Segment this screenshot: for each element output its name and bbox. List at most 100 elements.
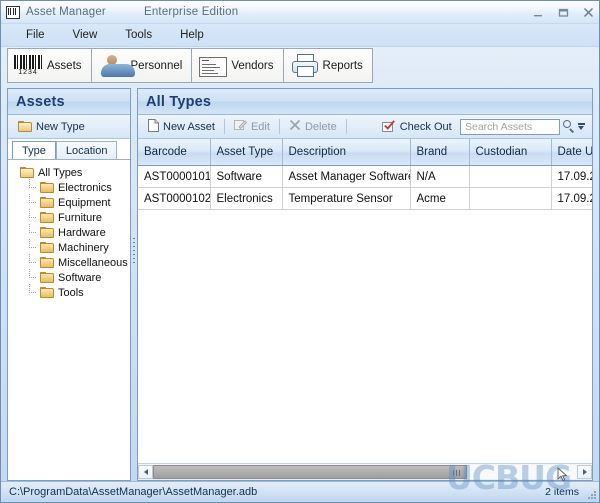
- tree-node-furniture[interactable]: Furniture: [8, 209, 130, 225]
- window-title: Asset Manager: [26, 6, 106, 18]
- search-input[interactable]: Search Assets: [460, 118, 560, 135]
- folder-icon: [40, 182, 54, 193]
- edit-label: Edit: [250, 120, 270, 133]
- menu-item-help[interactable]: Help: [177, 27, 207, 43]
- folder-icon: [40, 257, 54, 268]
- tree-elbow: [24, 284, 36, 300]
- toolbar-label-vendors: Vendors: [231, 59, 274, 72]
- new-asset-label: New Asset: [163, 120, 215, 133]
- cell-asset-type: Software: [210, 165, 283, 188]
- table-header-row: Barcode Asset Type Description Brand Cus…: [138, 139, 592, 166]
- tab-location-label: Location: [65, 144, 108, 157]
- scrollbar-thumb[interactable]: [153, 465, 467, 479]
- tree-node-hardware[interactable]: Hardware: [8, 224, 130, 240]
- cell-date-updated: 17.09.20: [551, 165, 592, 188]
- content-area: Assets New Type Type Location All Types …: [1, 88, 599, 481]
- left-panel-title: Assets: [16, 93, 65, 110]
- column-header-brand[interactable]: Brand: [410, 139, 470, 166]
- open-folder-icon: [20, 167, 34, 178]
- title-bar: Asset Manager Enterprise Edition: [1, 1, 599, 24]
- toolbar-label-personnel: Personnel: [130, 59, 183, 72]
- status-database-path: C:\ProgramData\AssetManager\AssetManager…: [9, 486, 258, 498]
- grid-horizontal-scrollbar[interactable]: [138, 463, 592, 480]
- folder-icon: [40, 212, 54, 223]
- edit-button[interactable]: Edit: [228, 118, 276, 135]
- scrollbar-track[interactable]: [153, 465, 577, 479]
- tree-node-label: Machinery: [58, 241, 109, 254]
- delete-button[interactable]: Delete: [283, 118, 343, 135]
- app-barcode-icon: [6, 5, 20, 19]
- left-panel-toolbar: New Type: [8, 115, 130, 139]
- tree-node-label: Hardware: [58, 226, 106, 239]
- tree-node-label: Electronics: [58, 181, 112, 194]
- type-tree[interactable]: All Types Electronics Equipment Furnitur…: [8, 159, 130, 480]
- tree-node-all-types[interactable]: All Types: [8, 165, 130, 180]
- tree-node-tools[interactable]: Tools: [8, 284, 130, 300]
- new-asset-button[interactable]: New Asset: [142, 118, 221, 136]
- folder-icon: [18, 121, 32, 132]
- column-header-asset-type[interactable]: Asset Type: [210, 139, 283, 166]
- folder-icon: [40, 197, 54, 208]
- toolbar-button-assets[interactable]: 1234 Assets: [7, 48, 91, 83]
- toolbar-separator: [278, 119, 280, 134]
- column-header-barcode[interactable]: Barcode: [138, 139, 211, 166]
- tree-node-label: Software: [58, 271, 102, 284]
- resize-grip-icon[interactable]: [586, 489, 596, 499]
- table-row[interactable]: AST0000102 Electronics Temperature Senso…: [138, 187, 592, 210]
- right-panel-title: All Types: [146, 93, 212, 110]
- status-bar: C:\ProgramData\AssetManager\AssetManager…: [1, 481, 599, 502]
- toolbar-button-reports[interactable]: Reports: [282, 48, 373, 83]
- folder-icon: [40, 227, 54, 238]
- menu-item-tools[interactable]: Tools: [122, 27, 155, 43]
- tree-node-equipment[interactable]: Equipment: [8, 194, 130, 210]
- tab-location[interactable]: Location: [55, 141, 118, 159]
- new-type-button[interactable]: New Type: [12, 120, 91, 134]
- business-card-icon: [198, 53, 228, 79]
- tab-type[interactable]: Type: [12, 141, 56, 159]
- tab-type-label: Type: [22, 144, 46, 157]
- close-button[interactable]: [582, 6, 595, 19]
- column-header-date-updated[interactable]: Date Up: [551, 139, 592, 166]
- search-options-dropdown-icon[interactable]: [577, 120, 586, 133]
- right-panel-header: All Types: [138, 89, 592, 115]
- toolbar-separator: [223, 119, 225, 134]
- column-header-description[interactable]: Description: [282, 139, 411, 166]
- scroll-left-arrow-icon[interactable]: [138, 465, 153, 479]
- cell-description: Asset Manager Software: [282, 165, 411, 188]
- tree-node-miscellaneous[interactable]: Miscellaneous: [8, 254, 130, 270]
- tree-node-label: Equipment: [58, 196, 111, 209]
- menu-item-view[interactable]: View: [70, 27, 101, 43]
- cell-custodian: [469, 165, 552, 188]
- tree-elbow: [24, 239, 36, 255]
- tree-elbow: [24, 254, 36, 270]
- right-panel-toolbar: New Asset Edit Delete Check Out Search A…: [138, 115, 592, 139]
- grid-scroll-area: Barcode Asset Type Description Brand Cus…: [138, 139, 592, 463]
- barcode-icon: 1234: [14, 53, 42, 79]
- window-subtitle: Enterprise Edition: [143, 6, 239, 18]
- delete-x-icon: [289, 119, 301, 134]
- tree-node-electronics[interactable]: Electronics: [8, 179, 130, 195]
- scroll-right-arrow-icon[interactable]: [577, 465, 592, 479]
- left-panel-header: Assets: [8, 89, 130, 115]
- column-header-custodian[interactable]: Custodian: [469, 139, 552, 166]
- tree-node-software[interactable]: Software: [8, 269, 130, 285]
- main-toolbar: 1234 Assets Personnel Vendors Reports: [1, 47, 599, 88]
- toolbar-button-vendors[interactable]: Vendors: [191, 48, 283, 83]
- assets-list-panel: All Types New Asset Edit Delete Check Ou…: [137, 88, 593, 481]
- menu-item-file[interactable]: File: [23, 27, 48, 43]
- maximize-button[interactable]: [557, 6, 570, 19]
- tree-tabs: Type Location: [8, 139, 130, 159]
- tree-node-label: Miscellaneous: [58, 256, 128, 269]
- panel-splitter[interactable]: [131, 88, 137, 481]
- tree-elbow: [24, 269, 36, 285]
- check-out-label: Check Out: [399, 120, 452, 133]
- table-row[interactable]: AST0000101 Software Asset Manager Softwa…: [138, 165, 592, 188]
- toolbar-button-personnel[interactable]: Personnel: [90, 48, 192, 83]
- toolbar-label-assets: Assets: [47, 59, 82, 72]
- search-icon[interactable]: [562, 120, 575, 133]
- cell-barcode: AST0000101: [138, 165, 211, 188]
- minimize-button[interactable]: [532, 6, 545, 19]
- check-out-button[interactable]: Check Out: [376, 119, 458, 134]
- tree-node-label: Tools: [58, 286, 84, 299]
- tree-node-machinery[interactable]: Machinery: [8, 239, 130, 255]
